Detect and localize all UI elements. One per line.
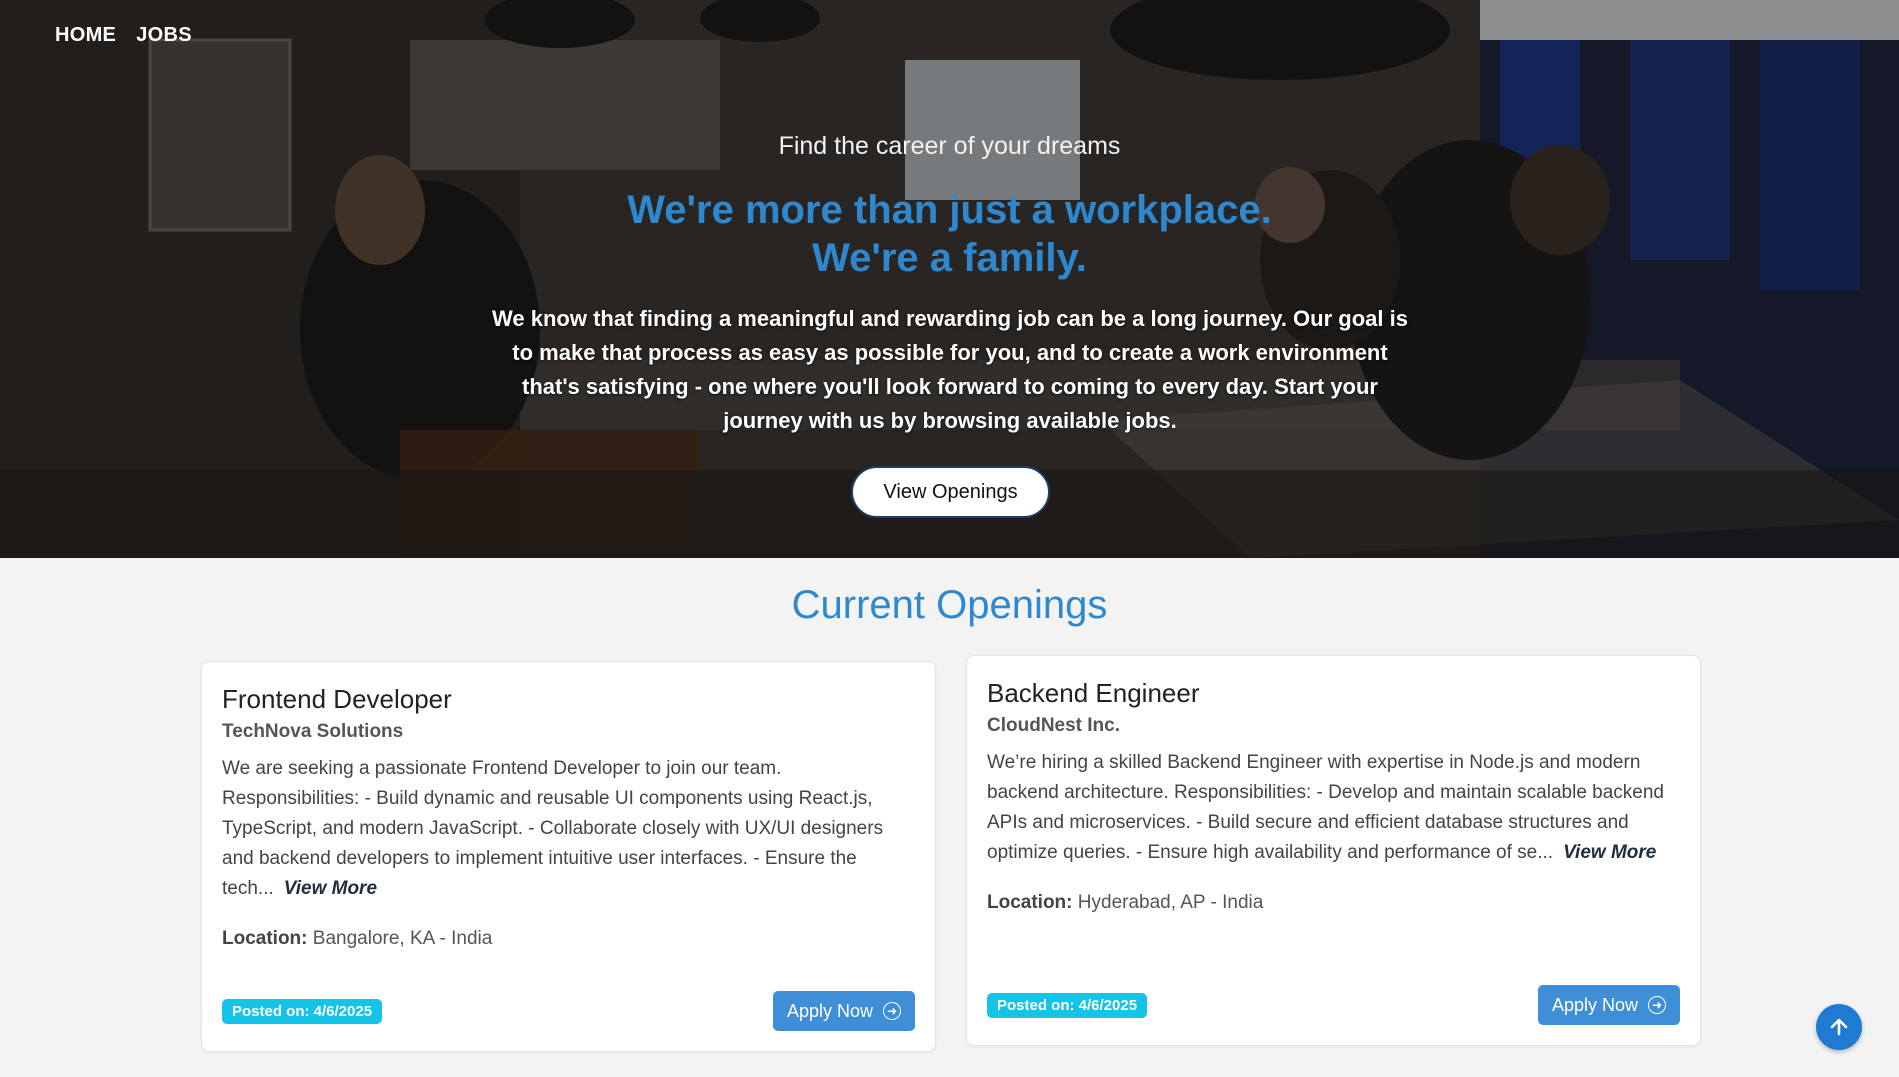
arrow-right-circle-icon: ➜ — [1648, 996, 1666, 1014]
apply-now-button[interactable]: Apply Now ➜ — [1537, 985, 1680, 1025]
job-card-backend: Backend Engineer CloudNest Inc. We’re hi… — [966, 655, 1701, 1046]
location-value: Hyderabad, AP - India — [1077, 892, 1264, 913]
top-nav: HOME JOBS — [55, 24, 192, 47]
hero-content: Find the career of your dreams We're mor… — [0, 0, 1899, 558]
job-company: TechNova Solutions — [222, 721, 404, 742]
job-location: Location: Bangalore, KA - India — [222, 924, 915, 954]
hero-headline-line2: We're a family. — [812, 236, 1087, 280]
view-more-link[interactable]: View More — [284, 878, 377, 899]
posted-date-badge: Posted on: 4/6/2025 — [987, 992, 1148, 1018]
hero-headline: We're more than just a workplace. We're … — [0, 186, 1899, 282]
view-more-link[interactable]: View More — [1563, 842, 1656, 863]
job-description: We’re hiring a skilled Backend Engineer … — [987, 748, 1680, 868]
current-openings-title: Current Openings — [791, 583, 1108, 627]
job-title: Frontend Developer — [222, 684, 452, 714]
apply-now-label: Apply Now — [786, 1000, 873, 1021]
hero-tagline: Find the career of your dreams — [778, 132, 1121, 160]
location-value: Bangalore, KA - India — [312, 928, 493, 949]
job-title: Backend Engineer — [987, 678, 1200, 708]
arrow-right-circle-icon: ➜ — [883, 1002, 901, 1020]
posted-date-badge: Posted on: 4/6/2025 — [222, 998, 383, 1024]
job-location: Location: Hyderabad, AP - India — [987, 888, 1680, 918]
job-card-frontend: Frontend Developer TechNova Solutions We… — [201, 661, 936, 1052]
view-openings-button[interactable]: View Openings — [851, 466, 1050, 518]
hero-intro-text: We know that finding a meaningful and re… — [492, 306, 1408, 433]
arrow-up-icon — [1830, 1018, 1848, 1036]
apply-now-button[interactable]: Apply Now ➜ — [772, 991, 915, 1031]
apply-now-label: Apply Now — [1551, 994, 1638, 1015]
hero-headline-line1: We're more than just a workplace. — [627, 188, 1272, 232]
hero-section: HOME JOBS Find the career of your dreams… — [0, 0, 1899, 558]
nav-home-link[interactable]: HOME — [55, 24, 116, 47]
job-card-footer: Posted on: 4/6/2025 Apply Now ➜ — [222, 991, 915, 1031]
location-label: Location: — [987, 892, 1073, 913]
job-description: We are seeking a passionate Frontend Dev… — [222, 754, 915, 904]
job-card-footer: Posted on: 4/6/2025 Apply Now ➜ — [987, 985, 1680, 1025]
nav-jobs-link[interactable]: JOBS — [136, 24, 192, 47]
scroll-to-top-button[interactable] — [1816, 1004, 1862, 1050]
job-company: CloudNest Inc. — [987, 715, 1121, 736]
location-label: Location: — [222, 928, 308, 949]
